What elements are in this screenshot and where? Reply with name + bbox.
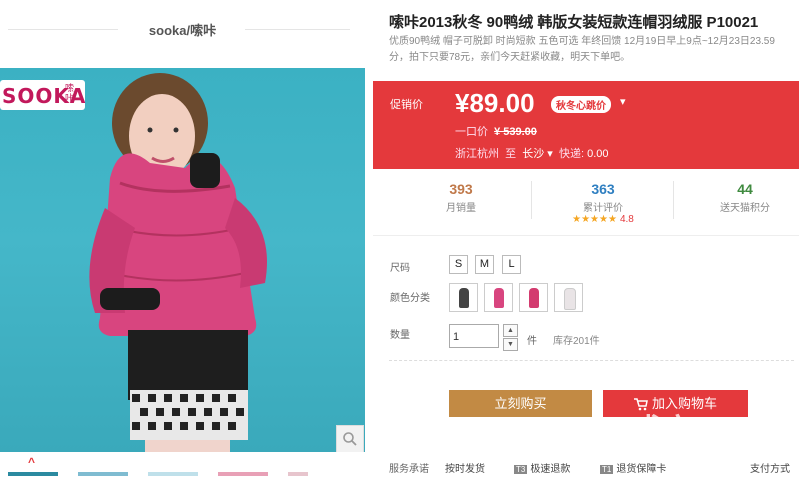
decrement-button[interactable]: ▼ <box>503 338 518 351</box>
product-main-image[interactable] <box>0 68 365 452</box>
divider <box>673 181 674 219</box>
stats-row: 393 月销量 363 累计评价 ★★★★★ 4.8 44 送天猫积分 <box>373 169 799 236</box>
rating-stars: ★★★★★ 4.8 <box>533 214 673 225</box>
logo-subtext: 嗦咔 <box>65 83 75 103</box>
size-option-m[interactable]: M <box>475 255 494 274</box>
promo-price-label: 促销价 <box>390 99 423 111</box>
original-price-row: 一口价 ¥ 539.00 <box>455 123 537 139</box>
original-price-label: 一口价 <box>455 126 488 138</box>
thumbnail[interactable] <box>288 472 308 476</box>
service-tag: T3 <box>514 465 528 474</box>
ship-fee-label: 快递: <box>558 148 585 160</box>
reward-points: 44 送天猫积分 <box>675 181 799 214</box>
color-swatch <box>564 288 576 310</box>
ship-from: 浙江杭州 <box>455 148 499 160</box>
color-label: 颜色分类 <box>390 293 430 304</box>
quantity-label: 数量 <box>390 330 410 341</box>
color-option-1[interactable] <box>449 283 478 312</box>
ship-to-label: 至 <box>505 148 517 160</box>
chevron-down-icon[interactable]: ▾ <box>620 95 626 108</box>
total-reviews-value: 363 <box>591 181 615 197</box>
thumbnail[interactable] <box>218 472 268 476</box>
color-option-3[interactable] <box>519 283 548 312</box>
total-reviews-label: 累计评价 <box>583 203 623 214</box>
size-option-l[interactable]: L <box>502 255 521 274</box>
watermark: 08求家 <box>600 414 694 447</box>
star-icons: ★★★★★ <box>572 214 617 225</box>
payment-methods[interactable]: 支付方式 <box>750 460 790 475</box>
service-item-label: 极速退款 <box>530 464 571 475</box>
monthly-sales-value: 393 <box>449 181 473 197</box>
promo-price: ¥89.00 <box>455 88 535 118</box>
service-label: 服务承诺 <box>389 464 429 475</box>
chevron-down-icon[interactable]: ▾ <box>544 148 553 160</box>
shipping-row: 浙江杭州 至 长沙 ▾ 快递: 0.00 <box>455 145 609 161</box>
quantity-input[interactable]: 1 <box>449 324 499 348</box>
thumbnail[interactable] <box>148 472 198 476</box>
color-swatch <box>459 288 469 308</box>
zoom-icon[interactable] <box>336 425 364 453</box>
ship-fee: 0.00 <box>587 148 609 160</box>
shop-name[interactable]: sooka/嗦咔 <box>0 20 365 39</box>
size-option-s[interactable]: S <box>449 255 468 274</box>
service-tag: T1 <box>600 465 614 474</box>
product-subtitle: 优质90鸭绒 帽子可脱卸 时尚短款 五色可选 年终回馈 12月19日早上9点~1… <box>389 36 775 63</box>
service-item[interactable]: T3 极速退款 <box>514 460 570 475</box>
rating-value: 4.8 <box>619 214 634 225</box>
stock-count: 库存201件 <box>553 336 600 347</box>
promo-badge[interactable]: 秋冬心跳价 <box>551 96 611 113</box>
thumbnail-strip: ^ <box>0 452 365 481</box>
color-option-4[interactable] <box>554 283 583 312</box>
chevron-up-icon[interactable]: ^ <box>28 455 35 469</box>
quantity-unit: 件 <box>527 336 537 347</box>
color-swatch <box>529 288 539 308</box>
increment-button[interactable]: ▲ <box>503 324 518 337</box>
monthly-sales-label: 月销量 <box>446 203 476 214</box>
service-item[interactable]: 按时发货 <box>445 460 485 475</box>
thumbnail[interactable] <box>8 472 58 476</box>
product-title: 嗦咔2013秋冬 90鸭绒 韩版女装短款连帽羽绒服 P10021 <box>389 14 759 31</box>
divider <box>389 360 794 361</box>
service-item-label: 退货保障卡 <box>616 464 667 475</box>
buy-now-button[interactable]: 立刻购买 <box>449 390 592 417</box>
monthly-sales: 393 月销量 <box>391 181 531 214</box>
reward-points-label: 送天猫积分 <box>720 203 770 214</box>
color-swatch <box>494 288 504 308</box>
shop-header: sooka/嗦咔 <box>0 10 365 48</box>
reward-points-value: 44 <box>737 181 753 197</box>
price-box: 促销价 ¥89.00 秋冬心跳价 ▾ 一口价 ¥ 539.00 浙江杭州 至 长… <box>373 81 799 169</box>
color-option-2[interactable] <box>484 283 513 312</box>
divider <box>531 181 532 219</box>
brand-logo: SOOKA 嗦咔 <box>0 80 85 110</box>
thumbnail[interactable] <box>78 472 128 476</box>
ship-to-select[interactable]: 长沙 <box>522 148 544 160</box>
model-illustration <box>89 73 267 452</box>
service-item[interactable]: T1 退货保障卡 <box>600 460 666 475</box>
original-price: ¥ 539.00 <box>494 126 537 138</box>
total-reviews[interactable]: 363 累计评价 ★★★★★ 4.8 <box>533 181 673 225</box>
size-label: 尺码 <box>390 263 410 274</box>
